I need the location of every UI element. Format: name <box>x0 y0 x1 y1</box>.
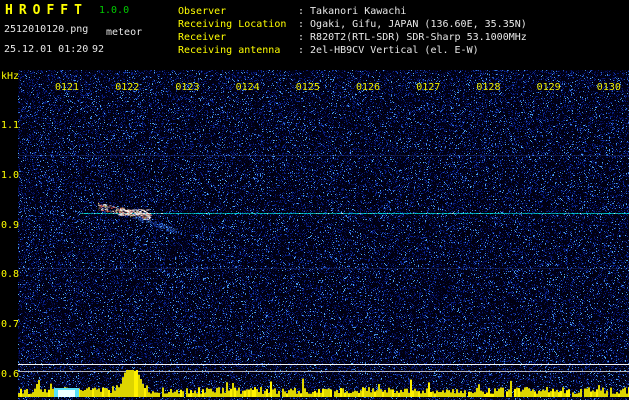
x-axis-tick-label: 0130 <box>596 82 621 93</box>
station-info-row: Receiving antenna : 2el-HB9CV Vertical (e… <box>178 45 527 58</box>
station-info-value: : Takanori Kawachi <box>298 6 407 17</box>
station-info-label: Receiver <box>178 32 227 43</box>
y-axis-tick-label: 0.6 <box>1 369 20 380</box>
x-axis-tick-label: 0127 <box>416 82 441 93</box>
x-axis-tick-label: 0128 <box>476 82 501 93</box>
header: HROFFT 1.0.0 2512010120.png meteor 25.12… <box>0 0 629 70</box>
signal-level-canvas <box>18 370 629 400</box>
y-axis-tick-label: 1.0 <box>1 169 20 181</box>
station-info-row: Receiving Location : Ogaki, Gifu, JAPAN (… <box>178 19 527 32</box>
spectrogram-canvas <box>18 70 629 400</box>
station-info-value: : 2el-HB9CV Vertical (el. E-W) <box>298 45 479 56</box>
reference-line-upper <box>18 364 629 365</box>
station-info-label: Observer <box>178 6 227 17</box>
y-axis-tick-label: 0.8 <box>1 269 20 281</box>
y-axis-tick-label: 0.7 <box>1 319 20 331</box>
x-axis-tick-label: 0123 <box>175 82 200 93</box>
timestamp: 25.12.01 01:20 <box>4 44 89 55</box>
x-axis-tick-label: 0122 <box>115 82 140 93</box>
station-info-value: : R820T2(RTL-SDR) SDR-Sharp 53.1000MHz <box>298 32 527 43</box>
station-info-row: Observer : Takanori Kawachi <box>178 6 527 19</box>
station-info-value: : Ogaki, Gifu, JAPAN (136.60E, 35.35N) <box>298 19 527 30</box>
app-title: HROFFT <box>5 3 88 18</box>
app-version: 1.0.0 <box>99 5 130 16</box>
hrofft-output: HROFFT 1.0.0 2512010120.png meteor 25.12… <box>0 0 629 400</box>
station-info-label: Receiving antenna <box>178 45 281 56</box>
x-axis-tick-label: 0124 <box>235 82 260 93</box>
x-axis-tick-label: 0125 <box>295 82 320 93</box>
mode-label: meteor <box>106 27 143 38</box>
echo-count: 92 <box>92 44 105 55</box>
station-info-label: Receiving Location <box>178 19 287 30</box>
x-axis-tick-label: 0121 <box>55 82 80 93</box>
station-info: Observer : Takanori Kawachi Receiving Loca… <box>178 6 527 58</box>
y-axis-tick-label: 1.1 <box>1 120 20 131</box>
y-axis-unit: kHz <box>1 71 20 82</box>
y-axis-tick-label: 0.9 <box>1 219 20 231</box>
x-axis-tick-label: 0129 <box>536 82 561 93</box>
output-filename: 2512010120.png <box>4 24 89 35</box>
x-axis-tick-label: 0126 <box>356 82 381 93</box>
station-info-row: Receiver : R820T2(RTL-SDR) SDR-Sharp 53.1… <box>178 32 527 45</box>
spectrogram-plot: kHz 0121 0122 0123 0124 0125 0126 0127 0128 0129… <box>0 70 629 400</box>
